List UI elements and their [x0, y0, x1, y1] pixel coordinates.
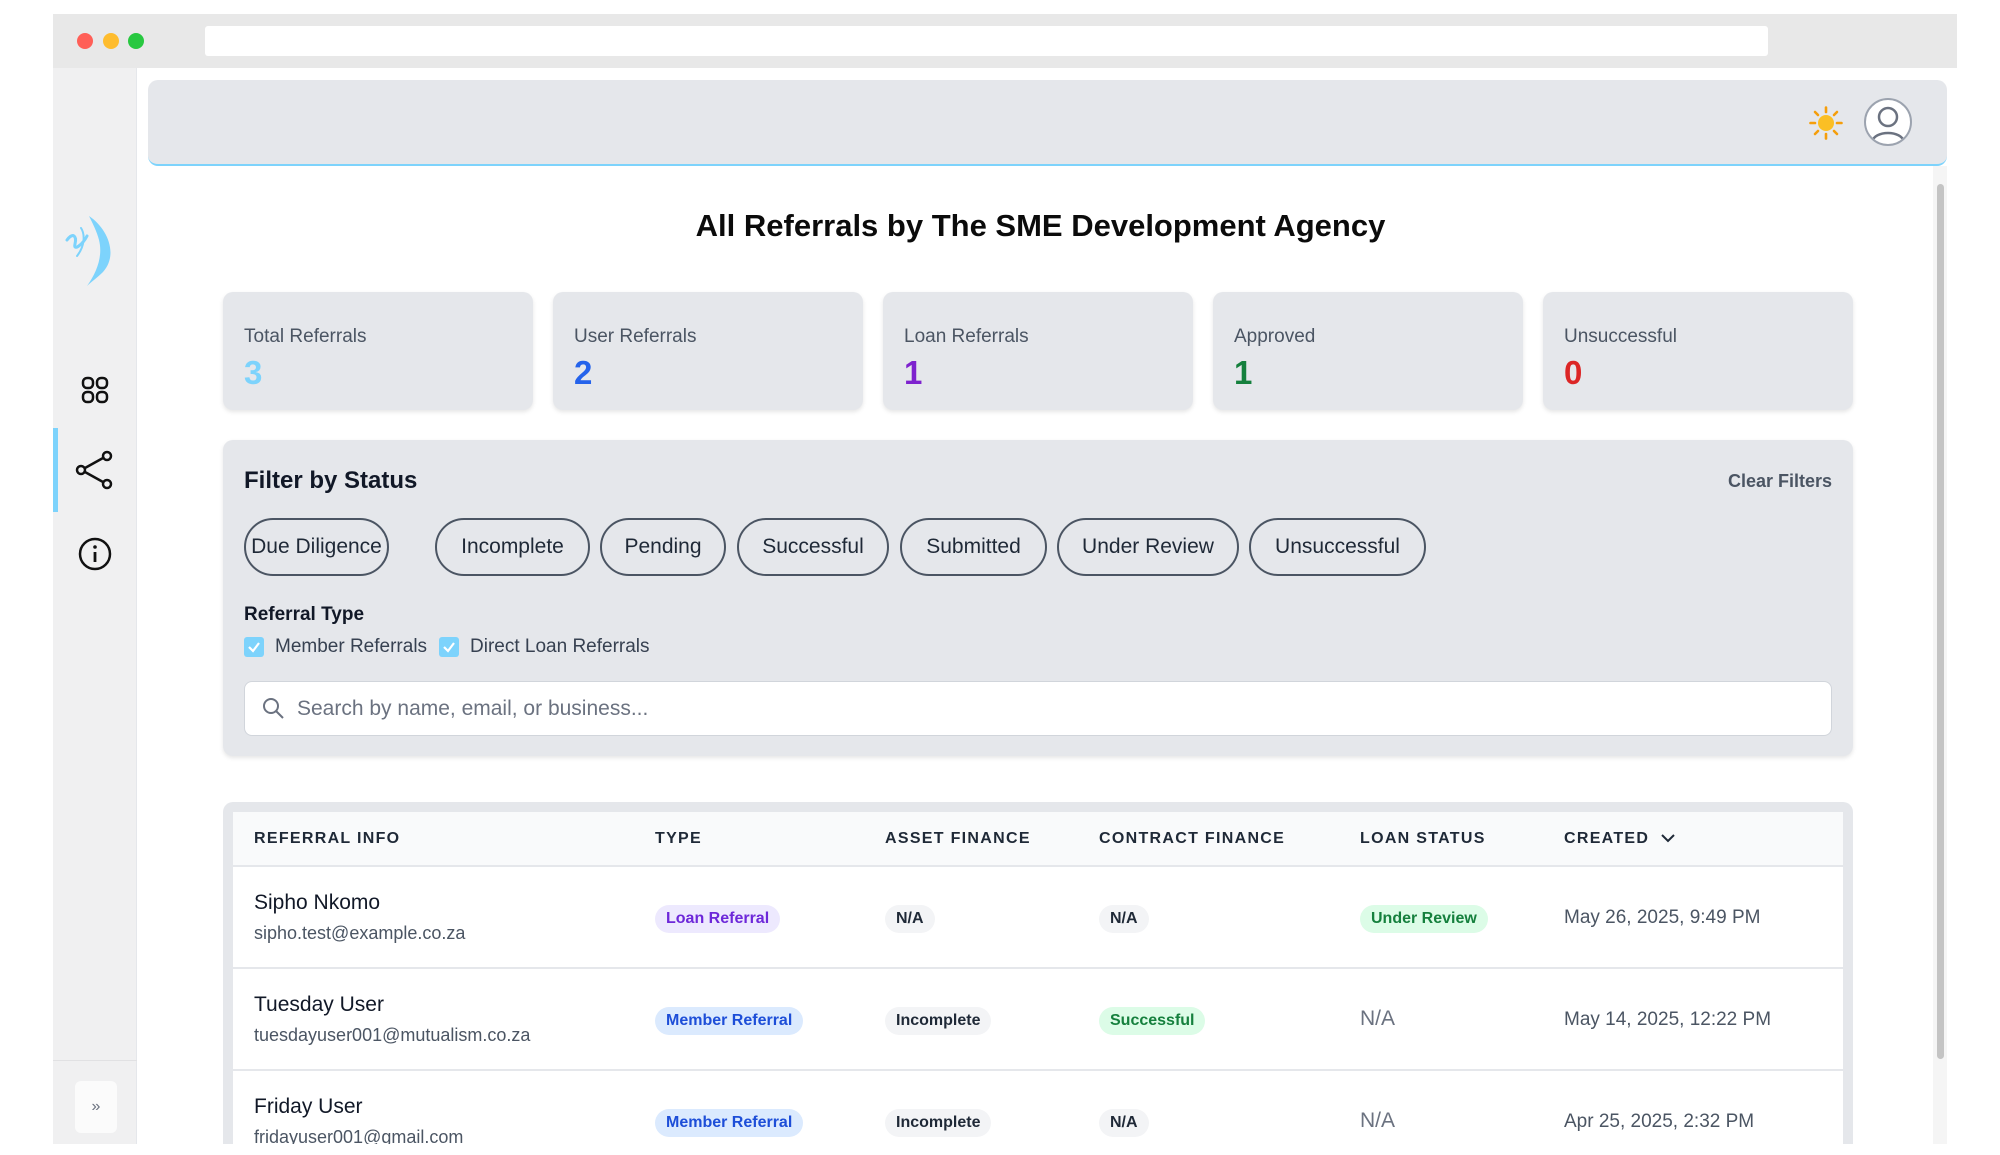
expand-sidebar-button[interactable]: » — [75, 1081, 117, 1133]
sidebar: » — [53, 68, 137, 1144]
search-icon — [263, 698, 284, 719]
stat-label: Loan Referrals — [904, 326, 1029, 347]
check-icon — [248, 642, 260, 653]
stat-value: 3 — [244, 354, 263, 391]
asset-finance-badge: Incomplete — [885, 1007, 992, 1035]
stat-card-approved: Approved 1 — [1213, 292, 1523, 410]
browser-titlebar — [53, 14, 1957, 68]
referral-email: tuesdayuser001@mutualism.co.za — [254, 1025, 531, 1045]
clear-filters-button[interactable]: Clear Filters — [1728, 471, 1832, 492]
referral-email: sipho.test@example.co.za — [254, 923, 466, 943]
column-header-asset-finance: ASSET FINANCE — [885, 830, 1031, 847]
table-row[interactable]: Friday User fridayuser001@gmail.com Memb… — [233, 1069, 1843, 1144]
referral-name: Friday User — [254, 1095, 363, 1118]
filter-panel: Filter by Status Clear Filters Due Dilig… — [223, 440, 1853, 756]
column-header-created[interactable]: CREATED — [1564, 830, 1675, 848]
table-row[interactable]: Tuesday User tuesdayuser001@mutualism.co… — [233, 967, 1843, 1069]
stat-card-user-referrals: User Referrals 2 — [553, 292, 863, 410]
member-referrals-checkbox[interactable] — [244, 637, 264, 657]
status-chip-due-diligence[interactable]: Due Diligence — [244, 518, 389, 576]
grid-icon — [81, 376, 109, 404]
page-title: All Referrals by The SME Development Age… — [695, 208, 1386, 243]
type-badge: Member Referral — [655, 1109, 804, 1137]
referral-email: fridayuser001@gmail.com — [254, 1127, 464, 1144]
address-bar[interactable] — [205, 26, 1768, 56]
loan-status-text: N/A — [1360, 1007, 1396, 1030]
contract-finance-badge: N/A — [1099, 905, 1149, 933]
column-header-referral-info: REFERRAL INFO — [254, 830, 401, 847]
search-field[interactable] — [244, 681, 1832, 736]
asset-finance-badge: N/A — [885, 905, 935, 933]
status-chip-unsuccessful[interactable]: Unsuccessful — [1249, 518, 1426, 576]
top-header-bar — [148, 80, 1947, 166]
sidebar-item-info[interactable] — [53, 512, 137, 596]
theme-toggle-button[interactable] — [1805, 102, 1847, 144]
sidebar-footer: » — [53, 1060, 137, 1144]
stat-card-loan-referrals: Loan Referrals 1 — [883, 292, 1193, 410]
direct-loan-referrals-label[interactable]: Direct Loan Referrals — [470, 636, 650, 658]
stat-value: 1 — [1234, 354, 1253, 391]
stat-label: Unsuccessful — [1564, 326, 1677, 347]
contract-finance-badge: N/A — [1099, 1109, 1149, 1137]
stat-card-total-referrals: Total Referrals 3 — [223, 292, 533, 410]
filter-title: Filter by Status — [244, 467, 418, 494]
stat-label: Approved — [1234, 326, 1316, 347]
sidebar-item-referrals[interactable] — [53, 428, 137, 512]
type-badge: Loan Referral — [655, 905, 781, 933]
stat-value: 1 — [904, 354, 923, 391]
created-date: May 26, 2025, 9:49 PM — [1564, 907, 1761, 928]
stat-label: User Referrals — [574, 326, 697, 347]
status-chip-incomplete[interactable]: Incomplete — [435, 518, 590, 576]
loan-status-text: N/A — [1360, 1109, 1396, 1132]
minimize-window-button[interactable] — [103, 33, 119, 49]
maximize-window-button[interactable] — [128, 33, 144, 49]
status-chip-submitted[interactable]: Submitted — [900, 518, 1047, 576]
created-header-label: CREATED — [1564, 830, 1650, 847]
scrollbar-thumb[interactable] — [1937, 184, 1944, 1059]
status-chip-pending[interactable]: Pending — [600, 518, 726, 576]
stat-value: 0 — [1564, 354, 1583, 391]
search-input[interactable] — [297, 690, 1797, 728]
browser-window: » All Referrals by The SME Development A… — [53, 14, 1957, 1144]
table-row[interactable]: Sipho Nkomo sipho.test@example.co.za Loa… — [233, 865, 1843, 967]
table-header: REFERRAL INFO TYPE ASSET FINANCE CONTRAC… — [233, 812, 1843, 865]
page-scrollbar[interactable] — [1933, 166, 1947, 1144]
referral-name: Sipho Nkomo — [254, 891, 381, 914]
contract-finance-badge: Successful — [1099, 1007, 1206, 1035]
member-referrals-label[interactable]: Member Referrals — [275, 636, 427, 658]
user-avatar-icon — [1870, 106, 1906, 143]
sun-icon — [1809, 106, 1843, 140]
app-logo — [65, 216, 111, 286]
stat-card-unsuccessful: Unsuccessful 0 — [1543, 292, 1853, 410]
status-chip-under-review[interactable]: Under Review — [1057, 518, 1239, 576]
referrals-table: REFERRAL INFO TYPE ASSET FINANCE CONTRAC… — [233, 812, 1843, 1144]
created-date: May 14, 2025, 12:22 PM — [1564, 1009, 1772, 1030]
column-header-contract-finance: CONTRACT FINANCE — [1099, 830, 1286, 847]
referral-type-label: Referral Type — [244, 604, 365, 625]
sidebar-item-dashboard[interactable] — [53, 348, 137, 432]
direct-loan-referrals-checkbox[interactable] — [439, 637, 459, 657]
stat-label: Total Referrals — [244, 326, 367, 347]
referrals-table-panel: REFERRAL INFO TYPE ASSET FINANCE CONTRAC… — [223, 802, 1853, 1144]
chevron-down-icon — [1661, 834, 1675, 843]
loan-status-badge: Under Review — [1360, 905, 1488, 933]
column-header-loan-status: LOAN STATUS — [1360, 830, 1486, 847]
check-icon — [443, 642, 455, 653]
double-chevron-right-icon: » — [91, 1098, 101, 1115]
stat-value: 2 — [574, 354, 593, 391]
asset-finance-badge: Incomplete — [885, 1109, 992, 1137]
user-avatar[interactable] — [1864, 98, 1912, 146]
created-date: Apr 25, 2025, 2:32 PM — [1564, 1111, 1755, 1132]
status-chip-successful[interactable]: Successful — [737, 518, 889, 576]
info-icon — [78, 537, 112, 571]
column-header-type: TYPE — [655, 830, 702, 847]
type-badge: Member Referral — [655, 1007, 804, 1035]
referral-name: Tuesday User — [254, 993, 384, 1016]
close-window-button[interactable] — [77, 33, 93, 49]
share-icon — [75, 450, 113, 490]
